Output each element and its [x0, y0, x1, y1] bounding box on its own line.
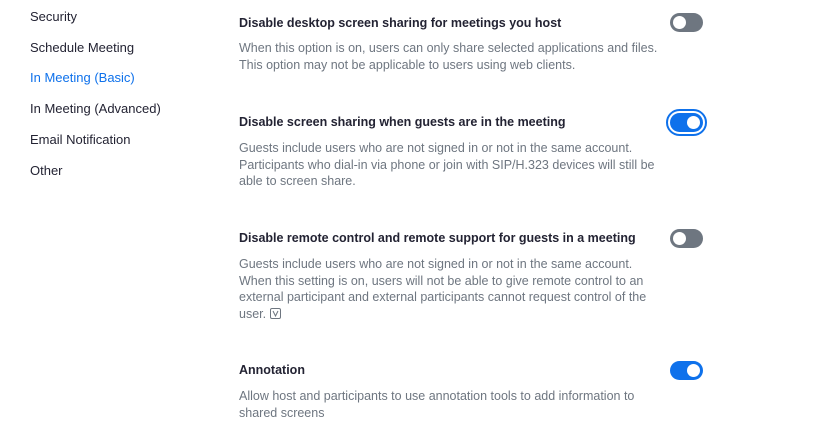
setting-annotation: Annotation Allow host and participants t…	[239, 361, 709, 423]
toggle-switch[interactable]	[666, 109, 707, 136]
toggle-switch[interactable]	[670, 13, 703, 32]
settings-sidebar: Security Schedule Meeting In Meeting (Ba…	[0, 0, 220, 431]
sidebar-item-schedule-meeting[interactable]: Schedule Meeting	[30, 40, 134, 55]
setting-title: Disable remote control and remote suppor…	[239, 231, 636, 245]
setting-disable-remote-control-guests: Disable remote control and remote suppor…	[239, 229, 709, 323]
toggle-knob	[673, 16, 686, 29]
settings-page: Security Schedule Meeting In Meeting (Ba…	[0, 0, 825, 431]
setting-disable-desktop-screen-sharing: Disable desktop screen sharing for meeti…	[239, 13, 709, 76]
toggle-knob	[673, 232, 686, 245]
version-icon[interactable]	[270, 307, 282, 319]
toggle-knob	[687, 116, 700, 129]
setting-description: Allow host and participants to use annot…	[239, 389, 635, 420]
toggle-switch[interactable]	[670, 361, 703, 380]
toggle-switch[interactable]	[670, 229, 703, 248]
sidebar-item-in-meeting-advanced[interactable]: In Meeting (Advanced)	[30, 101, 161, 116]
sidebar-item-security[interactable]: Security	[30, 9, 77, 24]
setting-title: Disable desktop screen sharing for meeti…	[239, 16, 562, 30]
setting-title: Annotation	[239, 363, 305, 377]
setting-description: Guests include users who are not signed …	[239, 256, 659, 322]
setting-description: When this option is on, users can only s…	[239, 41, 658, 72]
setting-description: Guests include users who are not signed …	[239, 141, 655, 188]
sidebar-item-other[interactable]: Other	[30, 163, 63, 178]
setting-title: Disable screen sharing when guests are i…	[239, 115, 566, 129]
toggle-knob	[687, 364, 700, 377]
setting-disable-screen-sharing-guests: Disable screen sharing when guests are i…	[239, 109, 709, 195]
sidebar-item-in-meeting-basic[interactable]: In Meeting (Basic)	[30, 70, 135, 85]
sidebar-item-email-notification[interactable]: Email Notification	[30, 132, 130, 147]
setting-description-text: Guests include users who are not signed …	[239, 257, 647, 321]
